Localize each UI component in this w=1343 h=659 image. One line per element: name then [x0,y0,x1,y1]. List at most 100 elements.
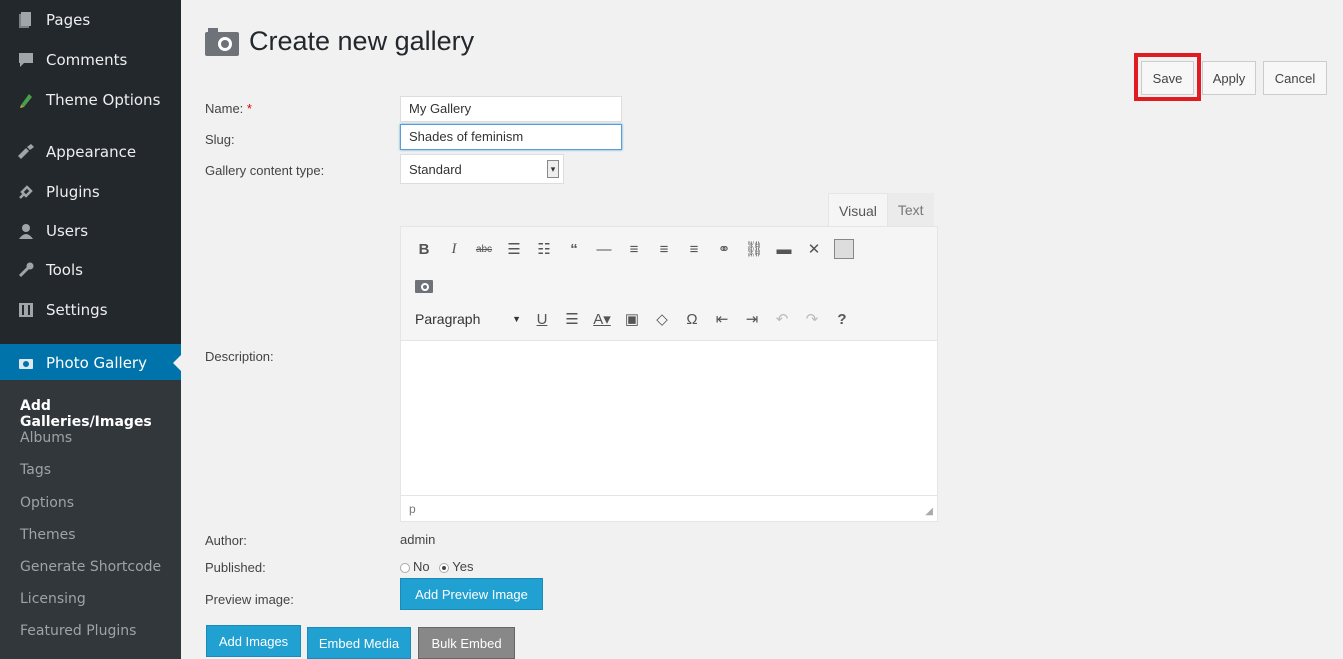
editor-toolbar: B I abc ☰ ☷ “ — ≡ ≡ ≡ ⚭ ⛓ ▬ ✕ Paragraph … [401,227,937,341]
toolbar-toggle-icon[interactable] [829,235,859,263]
chevron-down-icon[interactable]: ▾ [547,160,559,178]
add-preview-image-button[interactable]: Add Preview Image [400,578,543,610]
save-highlight-box [1134,53,1201,101]
settings-icon [16,301,36,319]
sidebar-item-label: Comments [46,51,128,69]
special-character-icon[interactable]: Ω [677,305,707,333]
cancel-button[interactable]: Cancel [1263,61,1327,95]
appearance-icon [16,143,36,161]
italic-icon[interactable]: I [439,235,469,263]
sidebar-item-pages[interactable]: Pages [0,6,181,34]
published-no-radio[interactable] [400,562,410,573]
photo-gallery-submenu: Add Galleries/Images Albums Tags Options… [0,380,181,659]
submenu-item-themes[interactable]: Themes [20,527,76,543]
admin-sidebar: Pages Comments Theme Options Appearance … [0,0,181,659]
theme-options-icon [16,91,36,109]
published-yes-radio[interactable] [439,562,450,573]
sidebar-item-settings[interactable]: Settings [0,296,181,324]
sidebar-item-label: Appearance [46,143,137,161]
content-type-label: Gallery content type: [205,163,325,178]
tools-icon [16,261,36,279]
description-label: Description: [205,349,274,364]
sidebar-item-comments[interactable]: Comments [0,46,181,74]
sidebar-item-label: Photo Gallery [46,354,147,372]
underline-icon[interactable]: U [527,305,557,333]
published-no-label: No [413,559,430,574]
align-center-icon[interactable]: ≡ [649,235,679,263]
submenu-item-featured-plugins[interactable]: Featured Plugins [20,623,136,639]
submenu-item-add-galleries[interactable]: Add Galleries/Images [20,398,181,430]
sidebar-item-tools[interactable]: Tools [0,256,181,284]
required-mark: * [246,101,252,116]
align-right-icon[interactable]: ≡ [679,235,709,263]
sidebar-item-label: Pages [46,11,91,29]
comments-icon [16,51,36,69]
unlink-icon[interactable]: ⛓ [739,235,769,263]
strikethrough-icon[interactable]: abc [469,235,499,263]
sidebar-item-label: Settings [46,301,108,319]
published-label: Published: [205,560,266,575]
preview-image-label: Preview image: [205,592,294,607]
users-icon [16,222,36,240]
author-label: Author: [205,533,247,548]
slug-input[interactable]: Shades of feminism [400,124,622,150]
tab-text[interactable]: Text [887,193,934,227]
sidebar-item-users[interactable]: Users [0,217,181,245]
sidebar-item-appearance[interactable]: Appearance [0,138,181,166]
tab-visual[interactable]: Visual [828,193,888,227]
embed-media-button[interactable]: Embed Media [307,627,411,659]
help-icon[interactable]: ? [827,305,857,333]
resize-handle-icon[interactable]: ◢ [925,506,933,517]
align-left-icon[interactable]: ≡ [619,235,649,263]
fullscreen-icon[interactable]: ✕ [799,235,829,263]
toolbar-row-2: Paragraph ▼ U ☰ A▾ ▣ ◇ Ω ⇤ ⇥ ↶ ↷ ? [409,305,857,333]
submenu-item-licensing[interactable]: Licensing [20,591,86,607]
sidebar-item-label: Plugins [46,183,100,201]
format-select[interactable]: Paragraph ▼ [409,305,527,333]
toolbar-row-camera [409,271,439,299]
element-path: p [409,502,416,516]
horizontal-line-icon[interactable]: — [589,235,619,263]
sidebar-item-plugins[interactable]: Plugins [0,178,181,206]
sidebar-item-photo-gallery[interactable]: Photo Gallery [0,344,181,382]
content-type-select[interactable]: Standard ▾ [400,154,564,184]
paste-text-icon[interactable]: ▣ [617,305,647,333]
submenu-item-albums[interactable]: Albums [20,430,72,446]
pages-icon [16,11,36,29]
link-icon[interactable]: ⚭ [709,235,739,263]
plugins-icon [16,183,36,201]
submenu-item-tags[interactable]: Tags [20,462,51,478]
add-images-button[interactable]: Add Images [206,625,301,657]
redo-icon[interactable]: ↷ [797,305,827,333]
bold-icon[interactable]: B [409,235,439,263]
slug-label: Slug: [205,132,235,147]
published-radio-group: No Yes [400,559,473,574]
camera-icon [16,354,36,372]
sidebar-item-label: Theme Options [46,91,161,109]
page-title-text: Create new gallery [249,26,475,56]
undo-icon[interactable]: ↶ [767,305,797,333]
clear-formatting-icon[interactable]: ◇ [647,305,677,333]
add-media-camera-icon[interactable] [409,271,439,299]
sidebar-item-theme-options[interactable]: Theme Options [0,86,181,114]
submenu-item-generate-shortcode[interactable]: Generate Shortcode [20,559,161,575]
bulk-embed-button[interactable]: Bulk Embed [418,627,515,659]
bullet-list-icon[interactable]: ☰ [499,235,529,263]
name-input[interactable]: My Gallery [400,96,622,122]
text-color-icon[interactable]: A▾ [587,305,617,333]
numbered-list-icon[interactable]: ☷ [529,235,559,263]
indent-icon[interactable]: ⇥ [737,305,767,333]
submenu-item-options[interactable]: Options [20,495,74,511]
sidebar-item-label: Users [46,222,89,240]
published-yes-label: Yes [452,559,474,574]
justify-icon[interactable]: ☰ [557,305,587,333]
outdent-icon[interactable]: ⇤ [707,305,737,333]
sidebar-item-label: Tools [46,261,83,279]
name-label: Name: * [205,101,252,116]
page-title: Create new gallery [205,26,474,57]
description-textarea[interactable] [401,341,937,495]
read-more-icon[interactable]: ▬ [769,235,799,263]
apply-button[interactable]: Apply [1202,61,1256,95]
blockquote-icon[interactable]: “ [559,235,589,263]
format-select-value: Paragraph [415,311,481,327]
